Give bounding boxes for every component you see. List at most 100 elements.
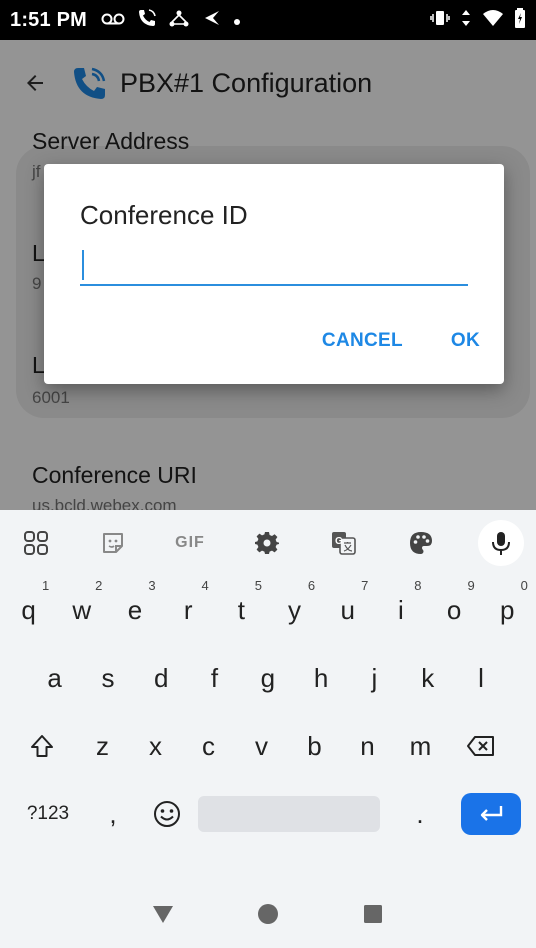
key-row-4: ?123 , . bbox=[0, 780, 536, 848]
key-v[interactable]: v bbox=[235, 712, 288, 780]
battery-icon bbox=[514, 7, 526, 33]
symbols-key[interactable]: ?123 bbox=[10, 780, 86, 848]
key-label: q bbox=[21, 594, 36, 625]
key-x[interactable]: x bbox=[129, 712, 182, 780]
keyboard-toolbar: GIF G bbox=[0, 510, 536, 576]
key-row-1: q1 w2 e3 r4 t5 y6 u7 i8 o9 p0 bbox=[0, 576, 536, 644]
nav-home-button[interactable] bbox=[243, 889, 293, 939]
space-key[interactable] bbox=[198, 796, 380, 832]
emoji-key[interactable] bbox=[140, 780, 194, 848]
key-z[interactable]: z bbox=[76, 712, 129, 780]
enter-key[interactable] bbox=[461, 793, 521, 835]
navigation-icon bbox=[201, 9, 221, 32]
key-r[interactable]: r4 bbox=[162, 576, 215, 644]
key-j[interactable]: j bbox=[348, 644, 401, 712]
key-row-3: z x c v b n m bbox=[0, 712, 536, 780]
status-system-icons bbox=[430, 7, 526, 33]
key-t[interactable]: t5 bbox=[215, 576, 268, 644]
conference-id-input[interactable] bbox=[80, 244, 468, 286]
key-hint: 5 bbox=[254, 578, 262, 593]
shift-key[interactable] bbox=[8, 712, 76, 780]
status-notification-icons bbox=[101, 8, 241, 33]
key-d[interactable]: d bbox=[135, 644, 188, 712]
key-h[interactable]: h bbox=[294, 644, 347, 712]
enter-icon bbox=[480, 806, 503, 821]
key-i[interactable]: i8 bbox=[374, 576, 427, 644]
key-row-2: a s d f g h j k l bbox=[0, 644, 536, 712]
key-hint: 4 bbox=[201, 578, 209, 593]
key-n[interactable]: n bbox=[341, 712, 394, 780]
key-m[interactable]: m bbox=[394, 712, 447, 780]
data-icon bbox=[460, 9, 472, 32]
network-icon bbox=[169, 9, 189, 32]
cancel-button[interactable]: CANCEL bbox=[298, 324, 427, 358]
key-s[interactable]: s bbox=[81, 644, 134, 712]
key-y[interactable]: y6 bbox=[268, 576, 321, 644]
key-hint: 6 bbox=[307, 578, 316, 593]
nav-recents-square-icon bbox=[364, 905, 383, 923]
key-hint: 1 bbox=[41, 578, 50, 593]
space-key-wrap bbox=[194, 780, 384, 848]
microphone-icon bbox=[492, 532, 510, 555]
dialog-actions: CANCEL OK bbox=[298, 324, 504, 358]
voicemail-icon bbox=[101, 10, 125, 31]
apps-grid-button[interactable] bbox=[16, 523, 56, 563]
text-cursor bbox=[82, 250, 84, 280]
vibrate-icon bbox=[430, 9, 450, 32]
translate-icon: G bbox=[332, 532, 356, 555]
key-label: u bbox=[340, 594, 355, 625]
key-p[interactable]: p0 bbox=[481, 576, 534, 644]
wifi-icon bbox=[482, 9, 504, 32]
key-u[interactable]: u7 bbox=[321, 576, 374, 644]
status-time: 1:51 PM bbox=[10, 8, 87, 31]
nav-home-circle-icon bbox=[257, 904, 278, 924]
emoji-icon bbox=[154, 801, 180, 827]
nav-back-triangle-icon bbox=[152, 906, 173, 923]
key-hint: 9 bbox=[467, 578, 475, 593]
key-w[interactable]: w2 bbox=[55, 576, 108, 644]
nav-back-button[interactable] bbox=[138, 889, 188, 939]
key-k[interactable]: k bbox=[401, 644, 454, 712]
key-label: i bbox=[398, 594, 404, 625]
key-label: r bbox=[183, 594, 193, 625]
key-label: p bbox=[500, 594, 515, 625]
sticker-button[interactable] bbox=[93, 523, 133, 563]
settings-button[interactable] bbox=[247, 523, 287, 563]
shift-icon bbox=[31, 735, 53, 757]
translate-button[interactable]: G bbox=[324, 523, 364, 563]
sticker-icon bbox=[103, 533, 123, 553]
key-f[interactable]: f bbox=[188, 644, 241, 712]
dialog-title: Conference ID bbox=[80, 200, 248, 230]
key-hint: 2 bbox=[95, 578, 103, 593]
period-key[interactable]: . bbox=[384, 780, 456, 848]
nav-recents-button[interactable] bbox=[348, 889, 398, 939]
gif-button[interactable]: GIF bbox=[170, 523, 210, 563]
key-label: e bbox=[127, 594, 143, 625]
key-q[interactable]: q1 bbox=[2, 576, 55, 644]
dot-icon bbox=[233, 10, 241, 31]
gif-icon: GIF bbox=[175, 534, 205, 551]
theme-button[interactable] bbox=[401, 523, 441, 563]
key-o[interactable]: o9 bbox=[428, 576, 481, 644]
backspace-key[interactable] bbox=[447, 712, 515, 780]
key-b[interactable]: b bbox=[288, 712, 341, 780]
key-e[interactable]: e3 bbox=[108, 576, 161, 644]
svg-text:G: G bbox=[335, 536, 343, 547]
key-g[interactable]: g bbox=[241, 644, 294, 712]
key-hint: 8 bbox=[414, 578, 422, 593]
key-hint: 3 bbox=[148, 578, 156, 593]
key-a[interactable]: a bbox=[28, 644, 81, 712]
status-bar: 1:51 PM bbox=[0, 0, 536, 40]
palette-icon bbox=[410, 532, 432, 554]
comma-key[interactable]: , bbox=[86, 780, 140, 848]
key-hint: 7 bbox=[361, 578, 369, 593]
voice-input-button[interactable] bbox=[478, 520, 524, 566]
backspace-icon bbox=[467, 736, 494, 756]
navigation-bar bbox=[0, 880, 536, 948]
key-l[interactable]: l bbox=[454, 644, 507, 712]
key-label: w bbox=[72, 594, 92, 625]
ok-button[interactable]: OK bbox=[427, 324, 504, 358]
key-label: o bbox=[446, 594, 462, 625]
enter-key-wrap bbox=[456, 780, 526, 848]
key-c[interactable]: c bbox=[182, 712, 235, 780]
